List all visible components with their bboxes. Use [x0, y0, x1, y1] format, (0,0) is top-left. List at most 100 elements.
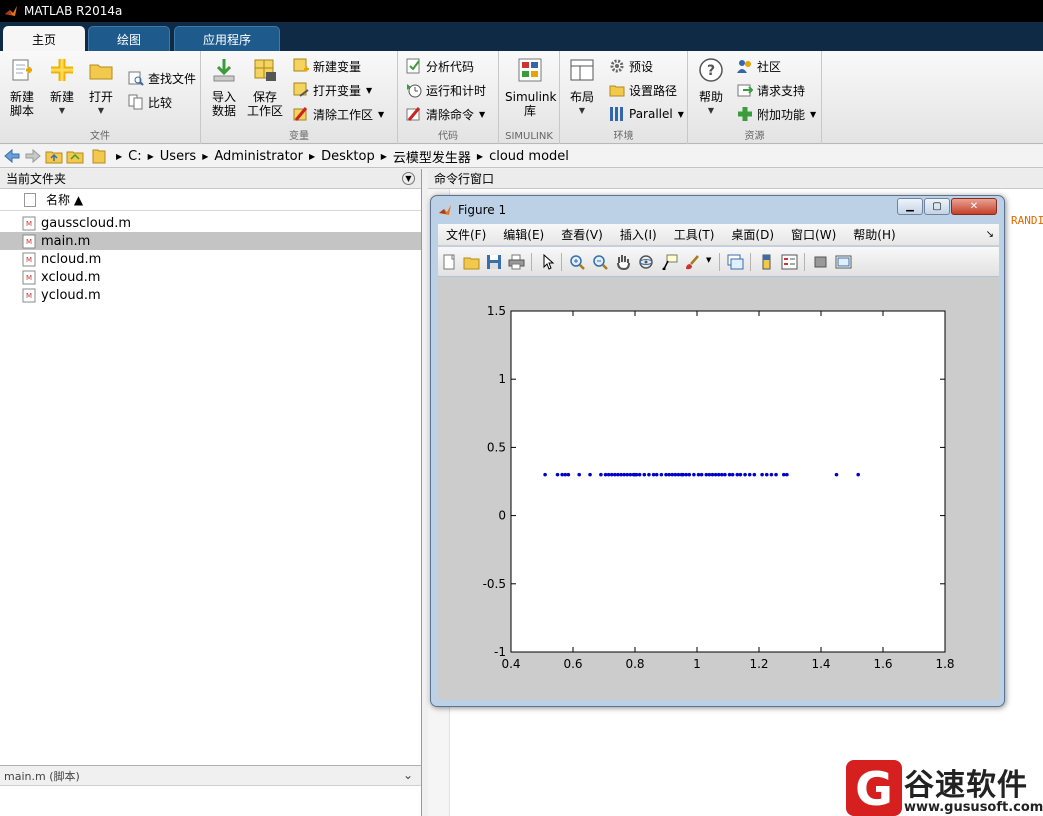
data-cursor-icon[interactable] — [661, 254, 678, 270]
run-and-time-button[interactable]: 运行和计时 — [406, 80, 486, 100]
data-point — [687, 472, 692, 477]
back-arrow-icon[interactable] — [3, 148, 21, 164]
brush-dropdown-icon[interactable]: ▼ — [706, 256, 711, 264]
print-icon[interactable] — [508, 254, 525, 270]
parallel-dropdown-icon[interactable]: ▼ — [678, 110, 684, 119]
breadcrumb-item[interactable]: cloud model — [489, 149, 569, 164]
breadcrumb-item[interactable]: C: — [128, 149, 141, 164]
add-ons-dropdown-icon[interactable]: ▼ — [810, 110, 816, 119]
add-ons-button[interactable]: 附加功能 ▼ — [737, 104, 816, 124]
breadcrumb-item[interactable]: Users — [160, 149, 196, 164]
data-point — [588, 472, 592, 477]
find-files-button[interactable]: 查找文件 — [128, 68, 196, 88]
open-variable-button[interactable]: 打开变量 ▼ — [293, 80, 372, 100]
zoom-out-icon[interactable] — [592, 254, 609, 270]
tab-apps[interactable]: 应用程序 — [174, 26, 280, 51]
parallel-button[interactable]: Parallel ▼ — [609, 104, 684, 124]
open-variable-dropdown-icon[interactable]: ▼ — [366, 86, 372, 95]
breadcrumb-separator-icon[interactable]: ▶ — [148, 152, 154, 161]
name-column-header[interactable]: 名称 ▲ — [46, 191, 83, 208]
layout-button[interactable]: 布局 ▼ — [567, 57, 597, 118]
set-path-button[interactable]: 设置路径 — [609, 80, 677, 100]
layout-dropdown-icon[interactable]: ▼ — [567, 104, 597, 118]
new-script-button[interactable]: 新建 脚本 — [5, 57, 39, 118]
clear-workspace-button[interactable]: 清除工作区 ▼ — [293, 104, 384, 124]
brush-icon[interactable] — [684, 254, 701, 270]
community-button[interactable]: 社区 — [737, 56, 781, 76]
zoom-in-icon[interactable] — [569, 254, 586, 270]
file-item-main[interactable]: M main.m — [0, 232, 421, 250]
new-variable-button[interactable]: 新建变量 — [293, 56, 361, 76]
menu-file[interactable]: 文件(F) — [446, 226, 486, 243]
compare-button[interactable]: 比较 — [128, 92, 172, 112]
clear-workspace-dropdown-icon[interactable]: ▼ — [378, 110, 384, 119]
help-button[interactable]: ? 帮助 ▼ — [696, 57, 726, 118]
open-file-icon[interactable] — [463, 254, 480, 270]
preferences-button[interactable]: 预设 — [609, 56, 653, 76]
request-support-button[interactable]: 请求支持 — [737, 80, 805, 100]
pan-hand-icon[interactable] — [615, 254, 632, 270]
menu-edit[interactable]: 编辑(E) — [503, 226, 544, 243]
hide-plot-tools-icon[interactable] — [812, 254, 829, 270]
menu-view[interactable]: 查看(V) — [561, 226, 603, 243]
new-script-label: 新建 脚本 — [9, 90, 34, 118]
figure-title-bar[interactable]: Figure 1 ▁ ▢ ✕ — [431, 196, 1004, 223]
simulink-library-button[interactable]: Simulink 库 — [505, 57, 556, 118]
close-button[interactable]: ✕ — [951, 198, 997, 215]
analyze-code-button[interactable]: 分析代码 — [406, 56, 474, 76]
up-folder-icon[interactable] — [45, 148, 63, 164]
breadcrumb-separator-icon[interactable]: ▶ — [202, 152, 208, 161]
menu-desktop[interactable]: 桌面(D) — [731, 226, 774, 243]
new-figure-icon[interactable] — [441, 254, 458, 270]
menu-dock-icon[interactable]: ↘ — [986, 229, 994, 240]
save-workspace-button[interactable]: 保存 工作区 — [247, 57, 283, 118]
breadcrumb-item[interactable]: Administrator — [214, 149, 303, 164]
save-icon[interactable] — [486, 254, 503, 270]
forward-arrow-icon[interactable] — [24, 148, 42, 164]
new-button[interactable]: 新建 ▼ — [47, 57, 77, 118]
file-item-ncloud[interactable]: M ncloud.m — [0, 250, 421, 268]
figure-canvas[interactable]: 0.4 0.6 0.8 1 1.2 1.4 1.6 1.8 -1 -0.5 0 0.5 1 1.5 — [438, 278, 999, 700]
file-item-ycloud[interactable]: M ycloud.m — [0, 286, 421, 304]
figure-window[interactable]: Figure 1 ▁ ▢ ✕ 文件(F) 编辑(E) 查看(V) 插入(I) 工… — [430, 195, 1005, 707]
link-plot-icon[interactable] — [727, 254, 744, 270]
scatter-plot[interactable]: 0.4 0.6 0.8 1 1.2 1.4 1.6 1.8 -1 -0.5 0 0.5 1 1.5 — [438, 278, 999, 700]
breadcrumb-separator-icon[interactable]: ▶ — [116, 152, 122, 161]
menu-help[interactable]: 帮助(H) — [853, 226, 895, 243]
clear-commands-dropdown-icon[interactable]: ▼ — [479, 110, 485, 119]
menu-insert[interactable]: 插入(I) — [620, 226, 657, 243]
menu-window[interactable]: 窗口(W) — [791, 226, 836, 243]
clear-commands-button[interactable]: 清除命令 ▼ — [406, 104, 485, 124]
data-point — [647, 472, 651, 477]
file-item-xcloud[interactable]: M xcloud.m — [0, 268, 421, 286]
breadcrumb-separator-icon[interactable]: ▶ — [477, 152, 483, 161]
watermark-logo-letter: G — [855, 762, 893, 816]
rotate-3d-icon[interactable] — [638, 254, 655, 270]
show-plot-tools-icon[interactable] — [835, 254, 852, 270]
legend-icon[interactable] — [781, 254, 798, 270]
tab-plots[interactable]: 绘图 — [88, 26, 170, 51]
pointer-arrow-icon[interactable] — [539, 254, 556, 270]
minimize-button[interactable]: ▁ — [897, 198, 923, 215]
open-button[interactable]: 打开 ▼ — [86, 57, 116, 118]
breadcrumb-separator-icon[interactable]: ▶ — [381, 152, 387, 161]
group-label-simulink: SIMULINK — [505, 131, 553, 142]
breadcrumb-item[interactable]: 云模型发生器 — [393, 147, 471, 166]
menu-tools[interactable]: 工具(T) — [674, 226, 715, 243]
chevron-down-icon[interactable]: ⌄ — [403, 768, 413, 782]
breadcrumb-separator-icon[interactable]: ▶ — [309, 152, 315, 161]
breadcrumb-item[interactable]: Desktop — [321, 149, 375, 164]
help-dropdown-icon[interactable]: ▼ — [696, 104, 726, 118]
file-details-label: main.m (脚本) — [4, 769, 80, 783]
new-dropdown-icon[interactable]: ▼ — [47, 104, 77, 118]
file-details-header[interactable]: main.m (脚本) ⌄ — [0, 766, 421, 786]
file-item-gausscloud[interactable]: M gausscloud.m — [0, 214, 421, 232]
browse-folder-icon[interactable] — [66, 148, 84, 164]
colorbar-icon[interactable] — [758, 254, 775, 270]
tab-home[interactable]: 主页 — [3, 26, 85, 51]
type-column-icon[interactable] — [24, 192, 36, 207]
maximize-button[interactable]: ▢ — [924, 198, 950, 215]
panel-actions-icon[interactable]: ▼ — [402, 172, 415, 185]
import-data-button[interactable]: 导入 数据 — [209, 57, 239, 118]
open-dropdown-icon[interactable]: ▼ — [86, 104, 116, 118]
